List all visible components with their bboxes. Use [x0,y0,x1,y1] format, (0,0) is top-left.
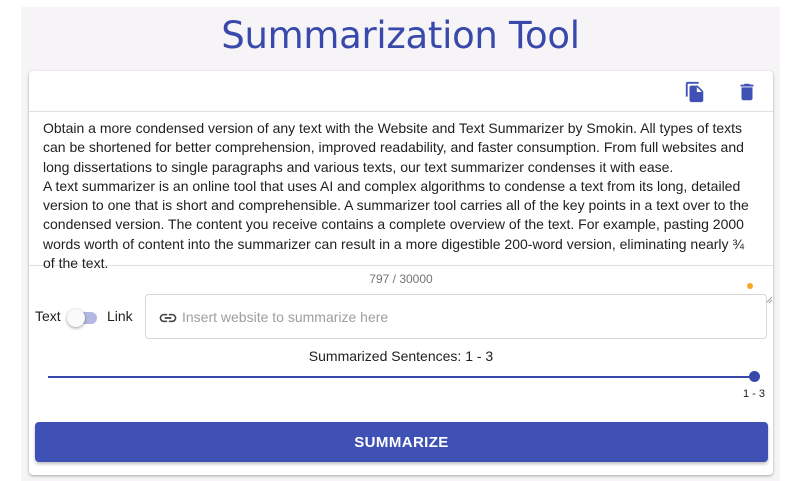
slider-label: Summarized Sentences: 1 - 3 [308,348,494,364]
toggle-label-text: Text [35,308,61,324]
sentences-slider-thumb[interactable] [749,371,760,382]
toggle-thumb [67,309,85,327]
delete-icon [740,83,754,101]
text-input-area[interactable]: Obtain a more condensed version of any t… [29,112,773,304]
clear-text-button[interactable] [736,81,758,103]
summarize-button[interactable]: SUMMARIZE [35,422,768,462]
url-field[interactable] [145,294,767,339]
character-counter: 797 / 30000 [369,272,433,286]
sentences-slider-track[interactable] [48,376,755,378]
slider-value-label: 1 - 3 [742,388,765,400]
link-icon [159,313,177,323]
copy-icon [685,81,704,103]
page-title: Summarization Tool [221,14,580,57]
toggle-label-link: Link [107,308,133,324]
text-input-content[interactable]: Obtain a more condensed version of any t… [43,119,759,273]
website-url-input[interactable] [182,307,742,327]
text-paragraph: Obtain a more condensed version of any t… [43,120,744,175]
copy-button[interactable] [684,81,706,103]
mode-toggle-switch[interactable] [67,309,99,327]
summarizer-card: Obtain a more condensed version of any t… [29,71,773,475]
text-paragraph: A text summarizer is an online tool that… [43,177,749,272]
editor-toolbar [29,71,773,112]
